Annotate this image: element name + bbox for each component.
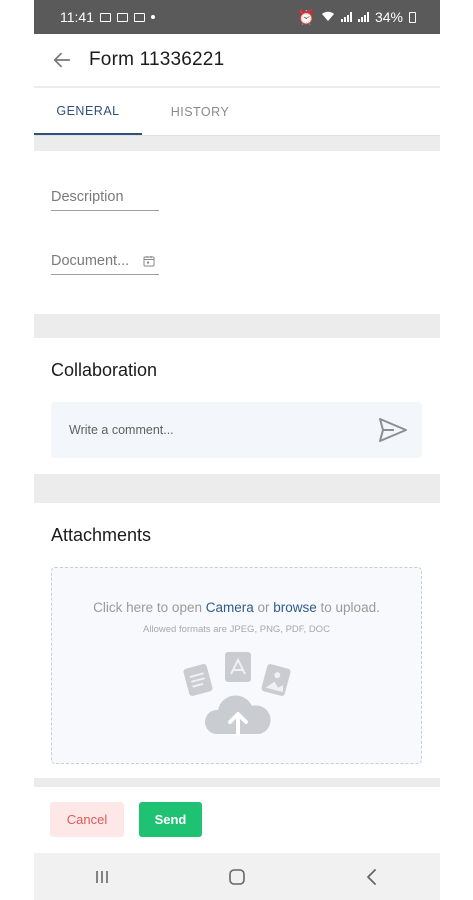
upload-prompt-prefix: Click here to open	[93, 600, 206, 615]
attachments-card: Attachments Click here to open Camera or…	[34, 503, 440, 778]
app-bar: Form 11336221	[34, 34, 440, 86]
pdf-icon	[225, 652, 251, 682]
tab-history[interactable]: HISTORY	[150, 88, 250, 135]
home-button[interactable]	[217, 862, 257, 892]
document-date-label: Document...	[51, 253, 130, 269]
description-field[interactable]: Description	[51, 184, 159, 211]
recents-button[interactable]	[82, 862, 122, 892]
cloud-upload-icon	[204, 695, 271, 736]
upload-illustration	[183, 652, 291, 736]
alarm-icon: ⏰	[297, 8, 315, 25]
allowed-formats-text: Allowed formats are JPEG, PNG, PDF, DOC	[143, 624, 330, 635]
system-nav-bar	[34, 853, 440, 900]
document-icon	[183, 664, 213, 696]
more-notifications-icon	[151, 15, 155, 19]
upload-prompt: Click here to open Camera or browse to u…	[52, 600, 421, 615]
signal-icon	[340, 12, 352, 22]
signal-2-icon	[357, 12, 369, 22]
upload-prompt-suffix: to upload.	[316, 600, 380, 615]
status-time: 11:41	[60, 9, 94, 25]
recents-icon	[95, 870, 108, 883]
calendar-icon[interactable]	[143, 255, 155, 267]
message-notification-icon	[134, 12, 145, 22]
upload-prompt-or: or	[253, 600, 274, 615]
status-bar: 11:41 ⏰ 34%	[34, 0, 440, 34]
phone-screen: 11:41 ⏰ 34% Form 11336221 GENERAL HISTOR…	[34, 0, 440, 900]
battery-icon	[409, 11, 416, 23]
home-icon	[229, 868, 245, 885]
attachments-title: Attachments	[51, 525, 152, 545]
send-icon[interactable]	[378, 417, 408, 443]
collaboration-card: Collaboration	[34, 338, 440, 474]
upload-dropzone[interactable]: Click here to open Camera or browse to u…	[51, 567, 422, 764]
general-card: Description Document...	[34, 151, 440, 314]
tab-bar: GENERAL HISTORY	[34, 88, 440, 136]
tab-general[interactable]: GENERAL	[34, 88, 142, 135]
comment-box	[51, 402, 422, 458]
collaboration-title: Collaboration	[51, 360, 158, 380]
gallery-notification-icon	[100, 12, 111, 22]
description-label: Description	[51, 189, 124, 205]
document-date-field[interactable]: Document...	[51, 248, 159, 275]
form-footer: Cancel Send	[34, 787, 440, 853]
send-button[interactable]: Send	[139, 802, 202, 837]
browse-link[interactable]: browse	[273, 600, 317, 615]
back-arrow-icon[interactable]	[51, 49, 73, 71]
nav-back-icon	[367, 868, 377, 885]
wifi-icon	[321, 9, 335, 25]
camera-link[interactable]: Camera	[206, 600, 254, 615]
page-title: Form 11336221	[89, 49, 225, 70]
nav-back-button[interactable]	[352, 862, 392, 892]
comment-input[interactable]	[67, 422, 351, 438]
screen-notification-icon	[117, 12, 128, 22]
cancel-button[interactable]: Cancel	[50, 802, 124, 837]
battery-percentage: 34%	[374, 9, 403, 25]
image-icon	[261, 664, 291, 696]
